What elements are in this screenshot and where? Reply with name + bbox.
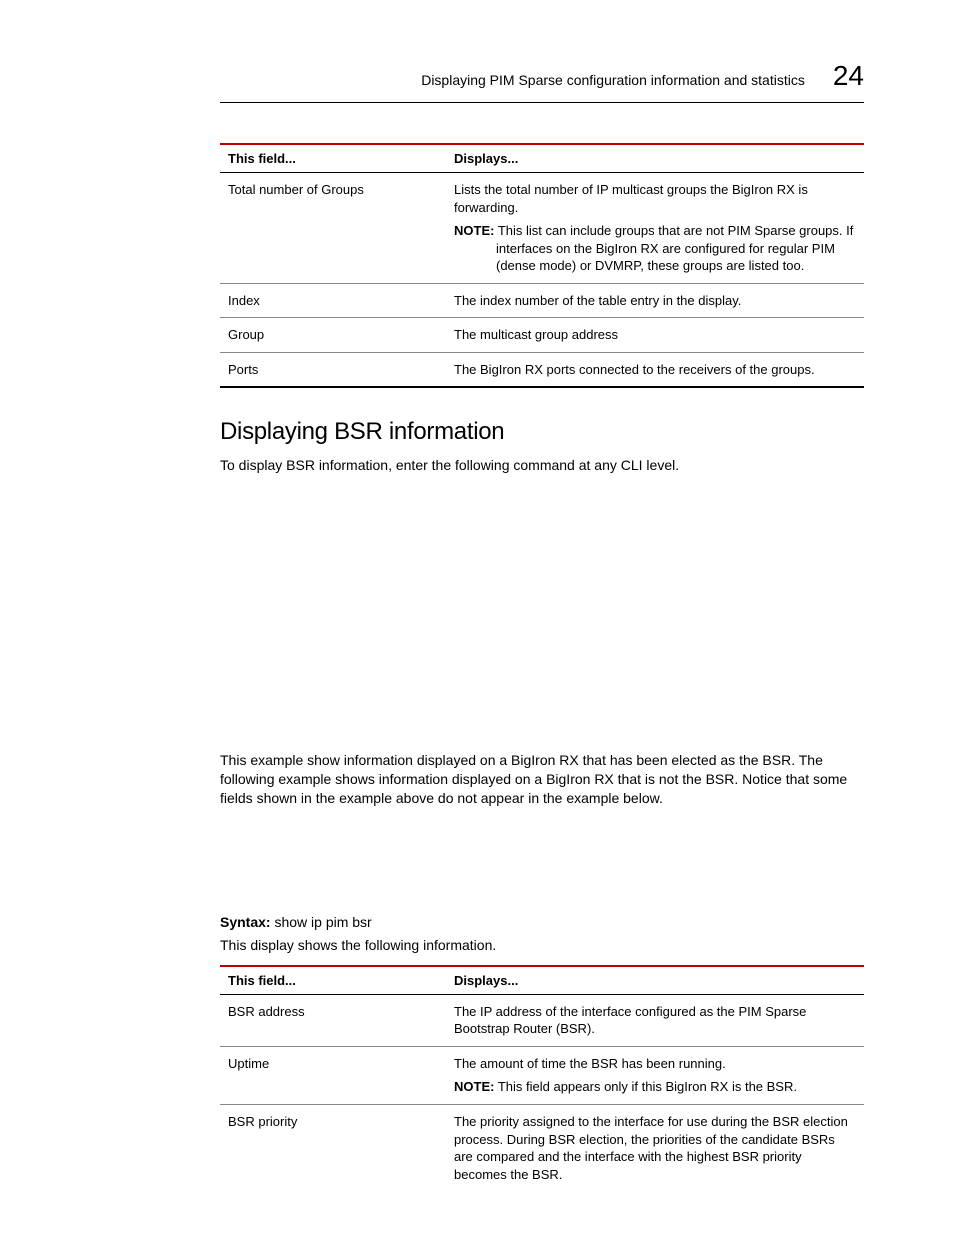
note-block: NOTE: This field appears only if this Bi… <box>454 1078 856 1096</box>
syntax-label: Syntax: <box>220 914 271 930</box>
field-desc: The amount of time the BSR has been runn… <box>446 1046 864 1104</box>
note-label: NOTE: <box>454 223 494 238</box>
note-text: This list can include groups that are no… <box>496 223 853 273</box>
fields-table-2: This field... Displays... BSR address Th… <box>220 965 864 1191</box>
section-midtext: This example show information displayed … <box>220 751 864 808</box>
field-name: Total number of Groups <box>220 173 446 284</box>
page-header: Displaying PIM Sparse configuration info… <box>220 60 864 92</box>
page: Displaying PIM Sparse configuration info… <box>0 0 954 1235</box>
desc-text: The amount of time the BSR has been runn… <box>454 1056 726 1071</box>
field-desc: The multicast group address <box>446 318 864 353</box>
post-syntax-text: This display shows the following informa… <box>220 936 864 955</box>
field-desc: The BigIron RX ports connected to the re… <box>446 352 864 387</box>
section-heading: Displaying BSR information <box>220 418 864 446</box>
field-name: BSR address <box>220 994 446 1046</box>
field-desc: The index number of the table entry in t… <box>446 283 864 318</box>
field-name: Group <box>220 318 446 353</box>
section-intro: To display BSR information, enter the fo… <box>220 456 864 475</box>
table1-head-col1: This field... <box>220 144 446 173</box>
table1-head-col2: Displays... <box>446 144 864 173</box>
table-row: BSR address The IP address of the interf… <box>220 994 864 1046</box>
note-label: NOTE: <box>454 1079 494 1094</box>
note-block: NOTE: This list can include groups that … <box>454 222 856 275</box>
table-row: Group The multicast group address <box>220 318 864 353</box>
chapter-number: 24 <box>833 60 864 92</box>
field-name: Uptime <box>220 1046 446 1104</box>
field-desc: The priority assigned to the interface f… <box>446 1105 864 1192</box>
example-placeholder-2 <box>220 818 864 908</box>
field-desc: The IP address of the interface configur… <box>446 994 864 1046</box>
fields-table-1: This field... Displays... Total number o… <box>220 143 864 388</box>
table-row: Total number of Groups Lists the total n… <box>220 173 864 284</box>
table2-head-col1: This field... <box>220 966 446 995</box>
example-placeholder-1 <box>220 485 864 745</box>
field-desc: Lists the total number of IP multicast g… <box>446 173 864 284</box>
table-row: Index The index number of the table entr… <box>220 283 864 318</box>
field-name: Ports <box>220 352 446 387</box>
field-name: Index <box>220 283 446 318</box>
table-row: Ports The BigIron RX ports connected to … <box>220 352 864 387</box>
note-text: This field appears only if this BigIron … <box>498 1079 797 1094</box>
table-row: Uptime The amount of time the BSR has be… <box>220 1046 864 1104</box>
table2-head-col2: Displays... <box>446 966 864 995</box>
field-name: BSR priority <box>220 1105 446 1192</box>
header-divider <box>220 102 864 103</box>
table-row: BSR priority The priority assigned to th… <box>220 1105 864 1192</box>
running-title: Displaying PIM Sparse configuration info… <box>421 72 805 88</box>
desc-text: Lists the total number of IP multicast g… <box>454 182 808 215</box>
syntax-line: Syntax: show ip pim bsr <box>220 914 864 930</box>
syntax-command: show ip pim bsr <box>274 914 371 930</box>
